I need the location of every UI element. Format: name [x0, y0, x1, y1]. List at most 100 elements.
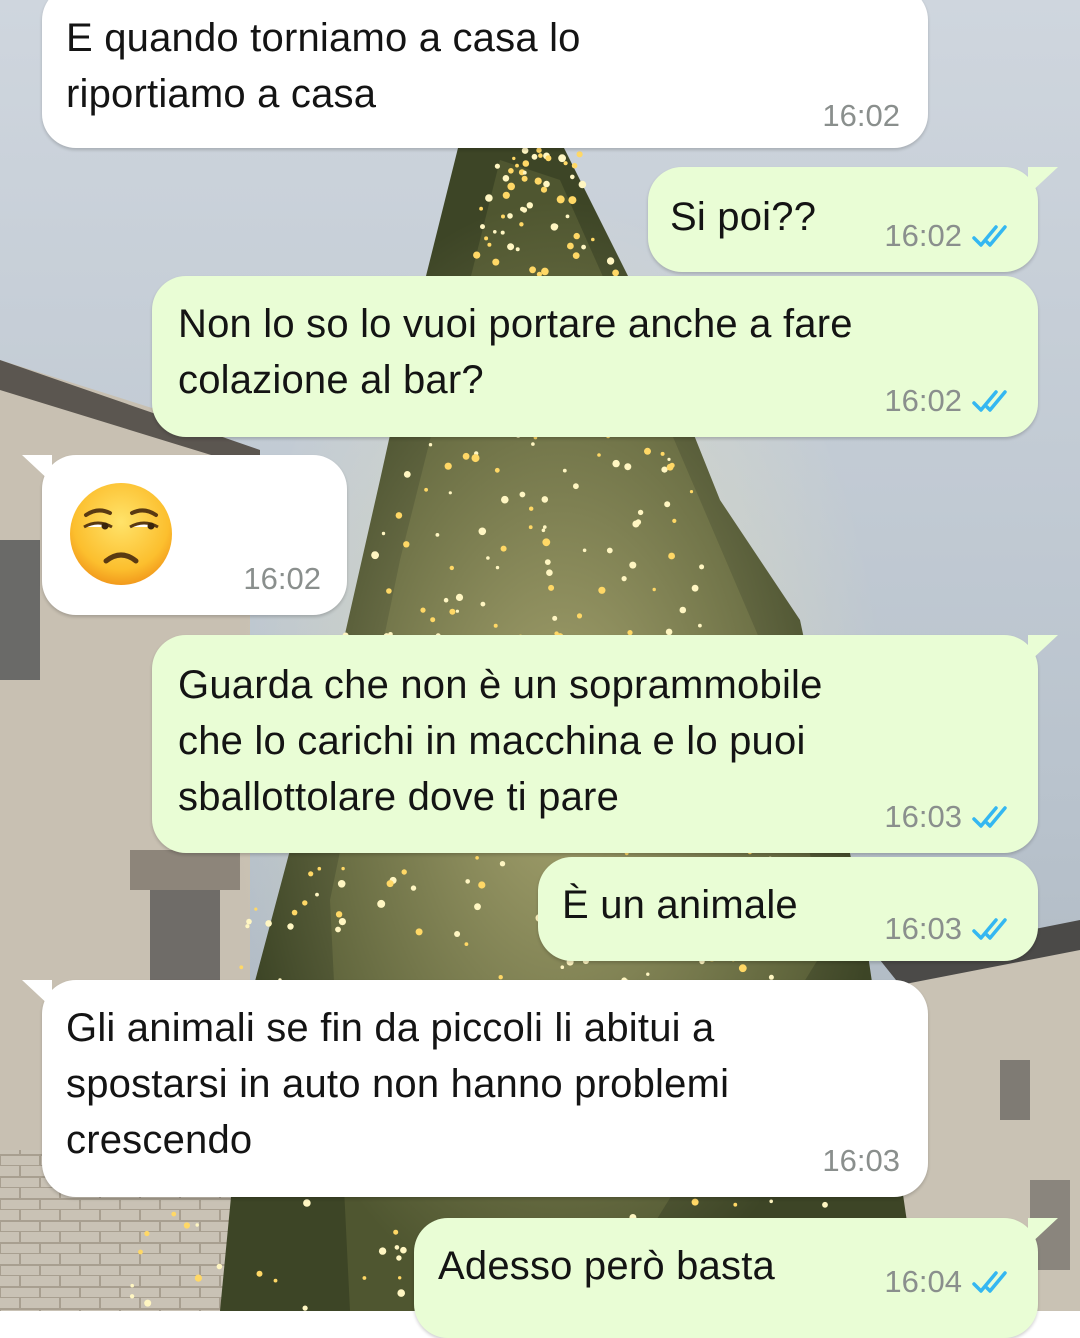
fairy-light [478, 527, 487, 536]
fairy-light [553, 224, 559, 229]
fairy-light [484, 236, 489, 241]
fairy-light [475, 856, 479, 860]
fairy-light [529, 266, 536, 274]
fairy-light [546, 569, 553, 576]
fairy-light [576, 151, 583, 158]
fairy-light [138, 1249, 143, 1255]
fairy-light [273, 1278, 278, 1283]
message-time: 16:02 [884, 383, 962, 418]
message-bubble-incoming[interactable]: E quando torniamo a casa lo riportiamo a… [42, 0, 928, 148]
message-bubble-outgoing[interactable]: Non lo so lo vuoi portare anche a fare c… [152, 276, 1038, 437]
fairy-light [558, 154, 566, 163]
fairy-light [629, 561, 637, 569]
fairy-light [129, 1294, 135, 1299]
fairy-light [465, 879, 471, 884]
message-text: Guarda che non è un soprammobile che lo … [178, 663, 823, 819]
fairy-light [400, 1246, 407, 1254]
fairy-light [531, 153, 538, 160]
fairy-light [381, 531, 386, 536]
double-check-icon [972, 806, 1007, 828]
fairy-light [612, 459, 620, 468]
message-bubble-outgoing[interactable]: Guarda che non è un soprammobile che lo … [152, 635, 1058, 853]
fairy-light [515, 163, 519, 168]
fairy-light [492, 258, 500, 266]
message-time: 16:02 [243, 561, 321, 596]
fairy-light [519, 491, 526, 498]
fairy-light [493, 230, 497, 234]
fairy-light [552, 615, 558, 621]
double-check-icon [972, 1271, 1007, 1293]
fairy-light [502, 191, 510, 199]
fairy-light [444, 462, 452, 470]
fairy-light [499, 861, 506, 867]
fairy-light [194, 1274, 202, 1282]
fairy-light [254, 907, 258, 911]
message-text: Gli animali se fin da piccoli li abitui … [66, 1006, 730, 1162]
fairy-light [171, 1211, 177, 1217]
message-text: Si poi?? [670, 195, 817, 239]
fairy-light [597, 453, 601, 457]
message-bubble-incoming[interactable]: 16:02 [22, 455, 347, 615]
fairy-light [543, 525, 547, 529]
fairy-light [664, 501, 671, 508]
fairy-light [479, 206, 483, 211]
fairy-light [144, 1299, 152, 1307]
fairy-light [265, 920, 272, 927]
message-bubble-outgoing[interactable]: È un animale 16:03 [538, 857, 1038, 961]
fairy-light [394, 1245, 400, 1250]
fairy-light [632, 520, 640, 528]
fairy-light [315, 892, 319, 897]
message-bubble-incoming[interactable]: Gli animali se fin da piccoli li abitui … [22, 980, 928, 1197]
fairy-light [435, 533, 440, 537]
message-text: Non lo so lo vuoi portare anche a fare c… [178, 302, 853, 402]
fairy-light [544, 559, 551, 565]
fairy-light [606, 257, 615, 265]
fairy-light [507, 182, 515, 191]
fairy-light [303, 1199, 311, 1207]
fairy-light [738, 964, 747, 973]
fairy-light [495, 565, 500, 570]
fairy-light [568, 196, 577, 205]
fairy-light [534, 177, 542, 185]
message-time: 16:04 [884, 1264, 962, 1299]
fairy-light [822, 1201, 828, 1208]
fairy-light [449, 608, 456, 615]
fairy-light [471, 454, 480, 463]
fairy-light [393, 1229, 399, 1235]
message-bubble-outgoing[interactable]: Adesso però basta 16:04 [414, 1218, 1058, 1338]
fairy-light [480, 601, 486, 607]
fairy-light [454, 931, 461, 937]
fairy-light [531, 442, 535, 446]
fairy-light [455, 609, 459, 613]
fairy-light [698, 623, 702, 628]
fairy-light [567, 242, 574, 250]
fairy-light [540, 186, 548, 193]
fairy-light [699, 564, 705, 570]
fairy-light [502, 175, 510, 182]
fairy-light [338, 918, 346, 926]
message-bubble-outgoing[interactable]: Si poi?? 16:02 [648, 167, 1058, 272]
fairy-light [542, 538, 551, 547]
fairy-light [621, 576, 627, 582]
fairy-light [424, 487, 428, 492]
fairy-light [578, 180, 587, 189]
fairy-light [410, 885, 417, 891]
fairy-light [507, 213, 513, 219]
fairy-light [576, 613, 583, 619]
fairy-light [448, 491, 452, 495]
message-meta: 16:02 [884, 383, 1014, 419]
fairy-light [591, 237, 595, 242]
fairy-light [455, 593, 464, 602]
double-check-icon [972, 390, 1007, 412]
fairy-light [769, 1199, 773, 1204]
fairy-light [637, 509, 644, 516]
fairy-light [624, 463, 632, 471]
fairy-light [573, 232, 580, 240]
fairy-light [246, 918, 252, 925]
fairy-light [401, 869, 407, 875]
fairy-light [541, 528, 546, 533]
fairy-light [691, 584, 699, 592]
fairy-light [362, 1276, 367, 1280]
fairy-light [556, 195, 565, 204]
fairy-light [548, 584, 555, 591]
